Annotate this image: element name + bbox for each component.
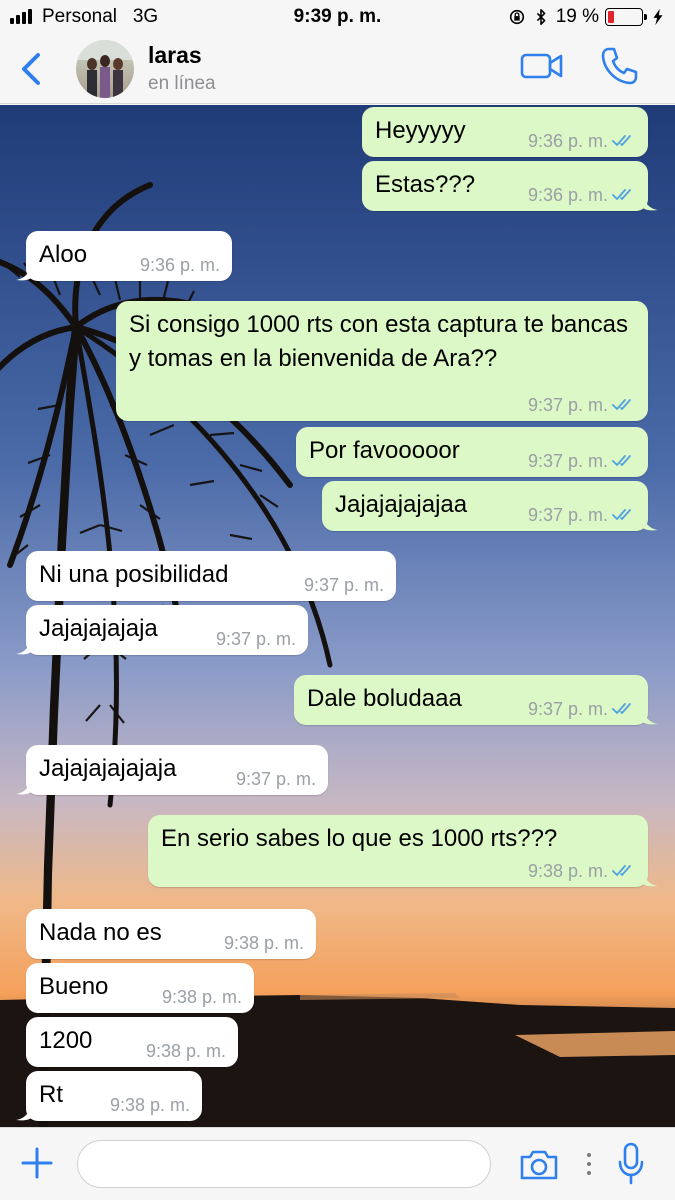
- outgoing-message[interactable]: Si consigo 1000 rts con esta captura te …: [116, 301, 648, 421]
- outgoing-message[interactable]: Heyyyyy 9:36 p. m.: [362, 107, 648, 157]
- outgoing-message[interactable]: En serio sabes lo que es 1000 rts??? 9:38…: [148, 815, 658, 887]
- message-time: 9:37 p. m.: [527, 505, 608, 525]
- message-text: Jajajajajajaja: [39, 755, 177, 782]
- incoming-message[interactable]: Jajajajajajaja 9:37 p. m.: [16, 745, 328, 795]
- incoming-message[interactable]: Bueno 9:38 p. m.: [26, 963, 254, 1013]
- message-meta: 9:37 p. m.: [216, 629, 296, 649]
- bubble-tail: [642, 513, 658, 531]
- message-meta: 9:38 p. m.: [224, 933, 304, 953]
- message-input[interactable]: [77, 1140, 491, 1188]
- message-time: 9:37 p. m.: [527, 395, 608, 415]
- message-text: Aloo: [39, 241, 88, 268]
- message-text: En serio sabes lo que es 1000 rts???: [161, 825, 558, 852]
- outgoing-message[interactable]: Dale boludaaa 9:37 p. m.: [294, 675, 658, 725]
- message-time: 9:36 p. m.: [527, 131, 608, 151]
- battery-icon: [605, 8, 647, 26]
- plus-icon[interactable]: [20, 1146, 54, 1180]
- message-meta: 9:38 p. m.: [110, 1095, 190, 1115]
- bubble-tail: [16, 1103, 32, 1121]
- bubble-tail: [16, 637, 32, 655]
- message-text: Si consigo 1000 rts con esta captura te …: [129, 311, 628, 372]
- message-meta: 9:37 p. m.: [236, 769, 316, 789]
- video-call-icon[interactable]: [520, 50, 564, 82]
- outgoing-message[interactable]: Jajajajajajaa 9:37 p. m.: [322, 481, 658, 531]
- phone-icon[interactable]: [600, 46, 638, 86]
- message-text: Dale boludaaa: [307, 685, 462, 712]
- read-double-check-icon: [612, 703, 631, 714]
- message-time: 9:37 p. m.: [303, 575, 384, 595]
- bluetooth-icon: [536, 8, 546, 26]
- message-time: 9:38 p. m.: [109, 1095, 190, 1115]
- message-text: Heyyyyy: [375, 117, 466, 144]
- message-text: Por favooooor: [309, 437, 460, 464]
- incoming-message[interactable]: Rt 9:38 p. m.: [16, 1071, 202, 1121]
- message-text: Bueno: [39, 973, 109, 1000]
- message-time: 9:36 p. m.: [527, 185, 608, 205]
- message-meta: 9:37 p. m.: [528, 395, 636, 415]
- status-right: 19 %: [508, 6, 667, 28]
- battery-percent: 19 %: [555, 6, 599, 27]
- message-text: Jajajajajaja: [39, 615, 158, 642]
- incoming-message[interactable]: 1200 9:38 p. m.: [26, 1017, 238, 1067]
- bubble-tail: [16, 777, 32, 795]
- message-meta: 9:37 p. m.: [528, 699, 636, 719]
- message-time: 9:38 p. m.: [145, 1041, 226, 1061]
- read-double-check-icon: [612, 399, 631, 410]
- incoming-message[interactable]: Ni una posibilidad 9:37 p. m.: [26, 551, 396, 601]
- bubble-tail: [642, 193, 658, 211]
- charging-bolt-icon: [653, 8, 663, 26]
- bubble-tail: [16, 263, 32, 281]
- message-time: 9:37 p. m.: [527, 451, 608, 471]
- read-double-check-icon: [612, 509, 631, 520]
- message-text: 1200: [39, 1027, 93, 1054]
- message-meta: 9:37 p. m.: [528, 505, 636, 525]
- message-meta: 9:38 p. m.: [162, 987, 242, 1007]
- read-double-check-icon: [612, 455, 631, 466]
- bubble-tail: [642, 707, 658, 725]
- chat-header: laras en línea: [0, 34, 675, 104]
- more-dots-icon[interactable]: [586, 1152, 592, 1176]
- message-meta: 9:36 p. m.: [528, 185, 636, 205]
- contact-name[interactable]: laras: [148, 42, 202, 69]
- outgoing-message[interactable]: Estas??? 9:36 p. m.: [362, 161, 658, 211]
- message-meta: 9:36 p. m.: [528, 131, 636, 151]
- incoming-message[interactable]: Aloo 9:36 p. m.: [16, 231, 232, 281]
- read-double-check-icon: [612, 865, 631, 876]
- message-meta: 9:38 p. m.: [146, 1041, 226, 1061]
- message-text: Jajajajajajaa: [335, 491, 468, 518]
- microphone-icon[interactable]: [617, 1142, 645, 1186]
- incoming-message[interactable]: Jajajajajaja 9:37 p. m.: [16, 605, 308, 655]
- message-time: 9:38 p. m.: [527, 861, 608, 881]
- message-text: Estas???: [375, 171, 476, 198]
- contact-status: en línea: [148, 73, 216, 94]
- camera-icon[interactable]: [518, 1148, 560, 1182]
- message-time: 9:37 p. m.: [527, 699, 608, 719]
- message-meta: 9:37 p. m.: [304, 575, 384, 595]
- chat-area[interactable]: Heyyyyy 9:36 p. m. Estas??? 9:36 p. m. Aloo 9…: [0, 105, 675, 1127]
- message-meta: 9:36 p. m.: [140, 255, 220, 275]
- message-text: Rt: [39, 1081, 63, 1108]
- incoming-message[interactable]: Nada no es 9:38 p. m.: [26, 909, 316, 959]
- battery-level-fill: [608, 11, 614, 23]
- rotation-lock-icon: [509, 9, 524, 25]
- read-double-check-icon: [612, 135, 631, 146]
- status-bar: Personal 3G 9:39 p. m. 19 %: [0, 0, 675, 34]
- bubble-tail: [642, 869, 658, 887]
- message-meta: 9:37 p. m.: [528, 451, 636, 471]
- outgoing-message[interactable]: Por favooooor 9:37 p. m.: [296, 427, 648, 477]
- back-chevron-icon[interactable]: [18, 52, 44, 86]
- message-time: 9:36 p. m.: [139, 255, 220, 275]
- message-time: 9:38 p. m.: [223, 933, 304, 953]
- message-time: 9:38 p. m.: [161, 987, 242, 1007]
- message-text: Ni una posibilidad: [39, 561, 229, 588]
- message-time: 9:37 p. m.: [215, 629, 296, 649]
- message-text: Nada no es: [39, 919, 162, 946]
- avatar[interactable]: [76, 40, 134, 98]
- message-time: 9:37 p. m.: [235, 769, 316, 789]
- message-meta: 9:38 p. m.: [528, 861, 636, 881]
- input-bar: [0, 1127, 675, 1200]
- read-double-check-icon: [612, 189, 631, 200]
